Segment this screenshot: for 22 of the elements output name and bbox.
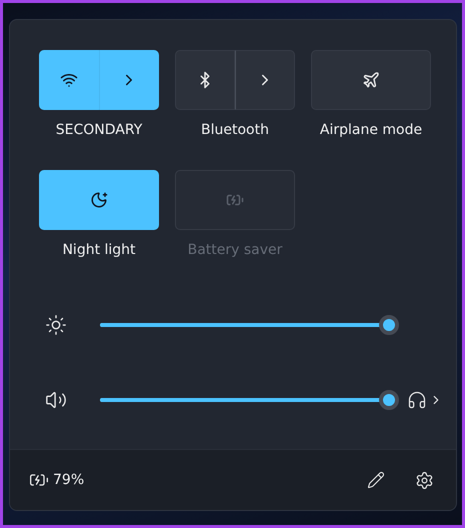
headphones-icon <box>407 390 427 410</box>
battery-percentage: 79% <box>53 472 84 488</box>
pencil-icon <box>367 471 385 489</box>
airplane-icon <box>362 71 380 89</box>
toggle-button[interactable] <box>39 50 99 110</box>
speaker-icon <box>45 389 67 411</box>
tile-label: Night light <box>62 241 136 260</box>
slider-thumb[interactable] <box>379 315 399 335</box>
tile-label: Bluetooth <box>201 121 269 140</box>
tile-label: SECONDARY <box>56 121 142 140</box>
moon-icon <box>90 191 108 209</box>
tile-label: Battery saver <box>188 241 282 260</box>
tile-label: Airplane mode <box>320 121 422 140</box>
toggle-button[interactable] <box>311 50 431 110</box>
toggle-button[interactable] <box>175 50 235 110</box>
brightness-icon <box>45 314 67 336</box>
slider[interactable] <box>100 390 399 410</box>
slider[interactable] <box>100 315 399 335</box>
settings-icon <box>415 470 434 490</box>
toggle-button[interactable] <box>39 170 159 230</box>
slider-thumb[interactable] <box>379 390 399 410</box>
wifi-icon <box>60 71 78 89</box>
